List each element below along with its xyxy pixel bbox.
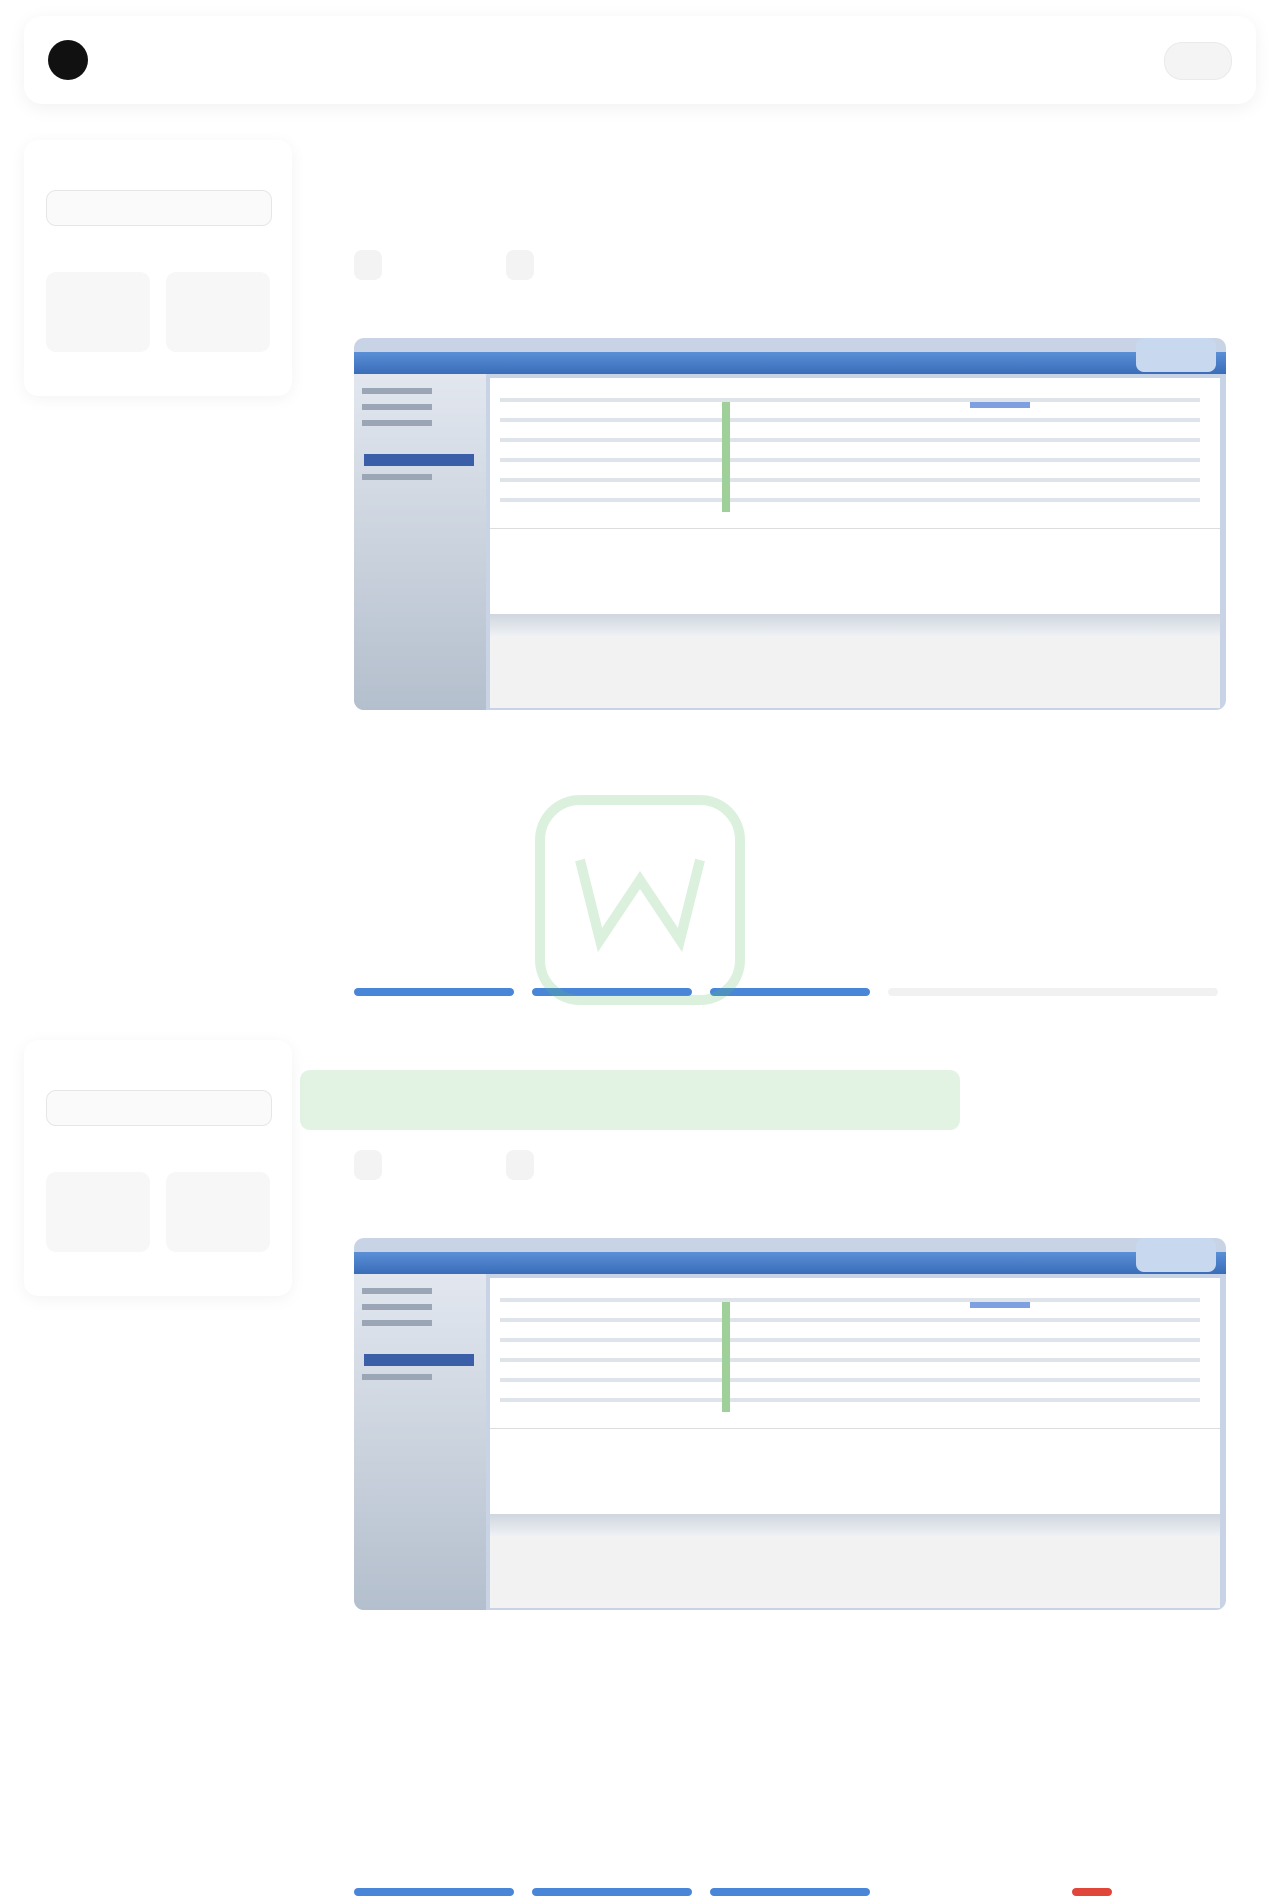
category-select[interactable] — [46, 1090, 272, 1126]
stat-card — [46, 1172, 150, 1252]
action-button[interactable] — [532, 988, 692, 996]
action-button[interactable] — [354, 1888, 514, 1896]
stat-card — [166, 272, 270, 352]
post-tag[interactable] — [354, 250, 382, 280]
category-select[interactable] — [46, 190, 272, 226]
post-tag[interactable] — [506, 250, 534, 280]
window-main-pane — [490, 378, 1220, 708]
sidebar-panel — [24, 140, 292, 396]
logo-icon[interactable] — [48, 40, 88, 80]
window-left-pane — [354, 374, 486, 710]
post-tag[interactable] — [506, 1150, 534, 1180]
action-badge[interactable] — [1072, 1888, 1112, 1896]
screenshot-image[interactable] — [354, 1238, 1226, 1610]
post-card — [334, 1040, 1256, 1900]
menu-button[interactable] — [1164, 42, 1232, 80]
top-bar — [24, 16, 1256, 104]
post-card — [334, 140, 1256, 1020]
stat-card — [46, 272, 150, 352]
window-controls — [1136, 1238, 1216, 1272]
sidebar-panel — [24, 1040, 292, 1296]
window-left-pane — [354, 1274, 486, 1610]
screenshot-image[interactable] — [354, 338, 1226, 710]
action-button[interactable] — [532, 1888, 692, 1896]
action-button[interactable] — [710, 988, 870, 996]
action-button[interactable] — [354, 988, 514, 996]
window-controls — [1136, 338, 1216, 372]
stat-card — [166, 1172, 270, 1252]
action-button[interactable] — [710, 1888, 870, 1896]
window-main-pane — [490, 1278, 1220, 1608]
action-bar — [888, 988, 1218, 996]
window-titlebar — [354, 1252, 1226, 1274]
post-tag[interactable] — [354, 1150, 382, 1180]
window-titlebar — [354, 352, 1226, 374]
